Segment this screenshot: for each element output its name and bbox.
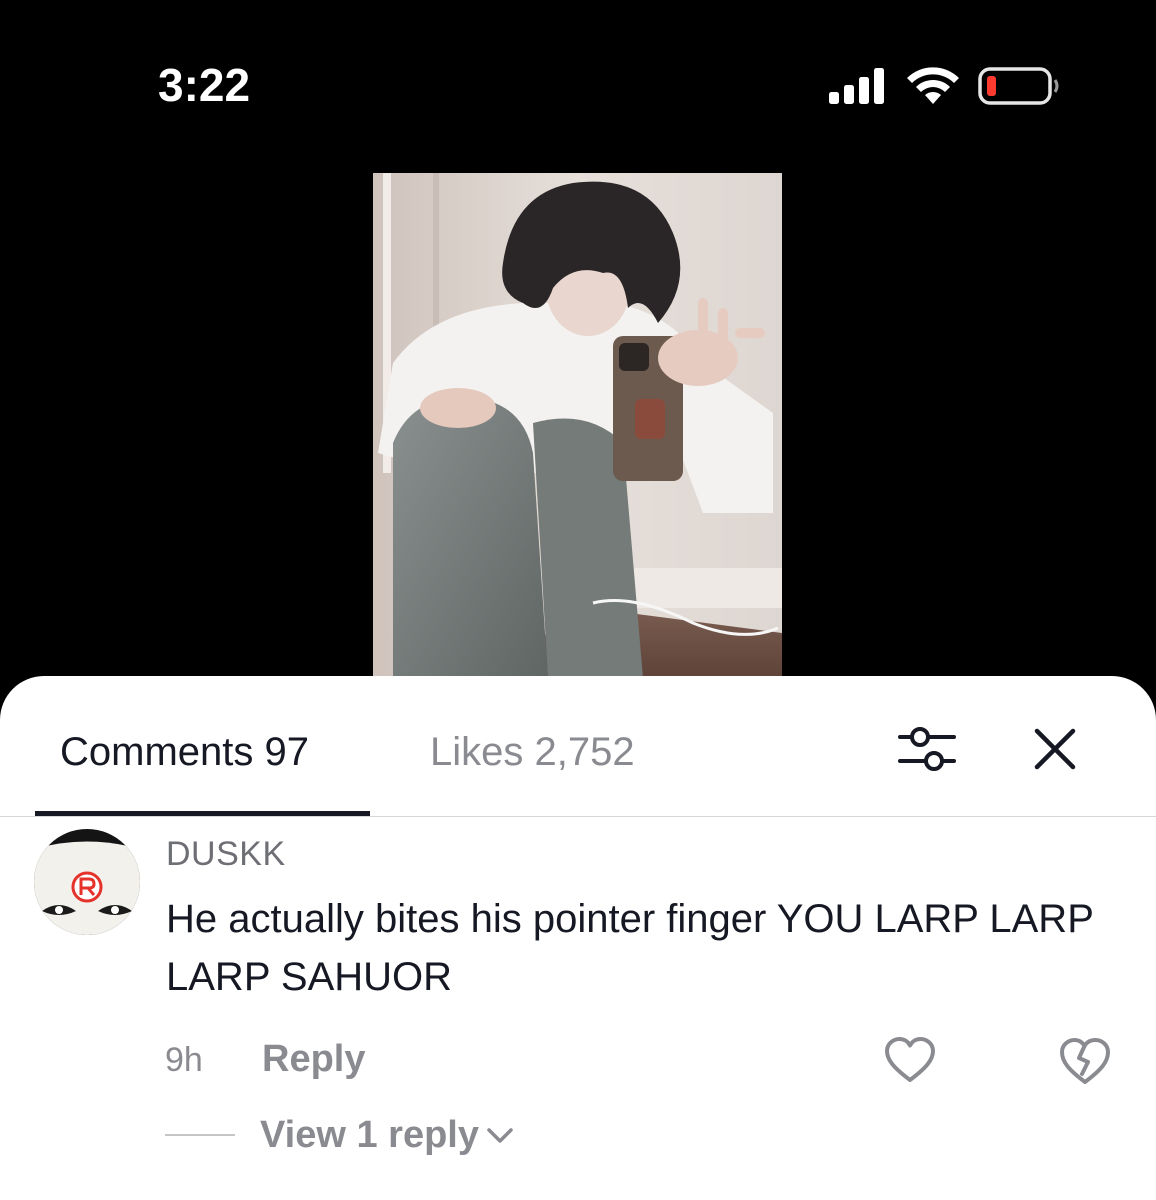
avatar[interactable] bbox=[34, 829, 140, 935]
view-replies-button[interactable]: View 1 reply bbox=[260, 1114, 479, 1157]
video-thumbnail[interactable] bbox=[373, 173, 782, 685]
comment-username[interactable]: DUSKK bbox=[166, 835, 286, 874]
battery-icon bbox=[978, 67, 1059, 105]
wifi-icon bbox=[907, 67, 959, 104]
replies-connector-line bbox=[165, 1134, 235, 1136]
comment-timestamp: 9h bbox=[165, 1041, 203, 1079]
heart-icon[interactable] bbox=[884, 1036, 936, 1084]
broken-heart-icon[interactable] bbox=[1058, 1036, 1112, 1086]
tab-likes[interactable]: Likes 2,752 bbox=[430, 730, 635, 774]
photo-thumbnail-icon bbox=[373, 173, 782, 685]
sliders-icon[interactable] bbox=[898, 722, 956, 776]
chevron-down-icon[interactable] bbox=[486, 1127, 514, 1145]
cellular-signal-icon bbox=[829, 68, 884, 104]
sheet-divider bbox=[0, 816, 1156, 817]
comment-text: He actually bites his pointer finger YOU… bbox=[166, 897, 1094, 999]
status-time: 3:22 bbox=[158, 59, 251, 111]
avatar-image-icon bbox=[34, 829, 140, 935]
tab-comments[interactable]: Comments 97 bbox=[60, 730, 309, 774]
close-icon[interactable] bbox=[1032, 726, 1078, 772]
screen: 3:22 Comments 97 Likes 2,752 DUSKK He ac… bbox=[0, 0, 1156, 1200]
reply-button[interactable]: Reply bbox=[262, 1038, 365, 1081]
